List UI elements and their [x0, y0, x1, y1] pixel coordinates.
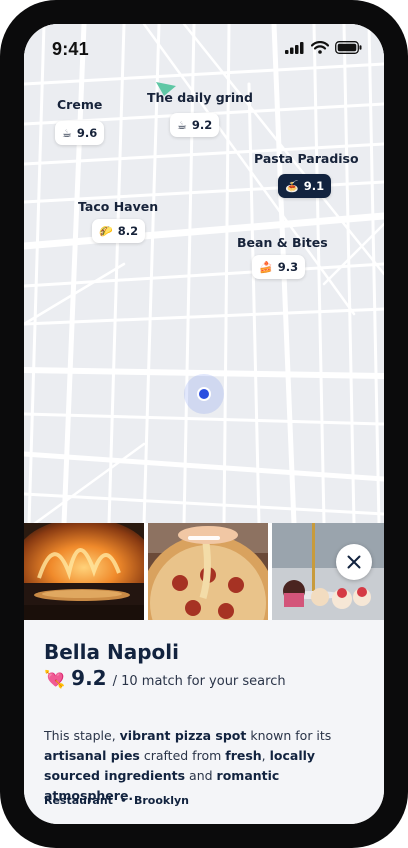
description-segment: fresh [225, 748, 262, 763]
battery-icon [335, 41, 362, 54]
status-time: 9:41 [52, 39, 89, 59]
pin-score: 9.2 [191, 118, 213, 132]
description-segment: , [261, 748, 270, 763]
screen: Creme ☕ 9.6 The daily grind ☕ 9.2 Pasta … [24, 24, 384, 824]
heart-arrow-icon: 💘 [44, 670, 66, 689]
place-label-the-daily-grind[interactable]: The daily grind [147, 90, 253, 105]
cake-icon: 🍰 [259, 260, 273, 274]
pin-score: 9.6 [76, 126, 98, 140]
place-pin-taco-haven[interactable]: 🌮 8.2 [92, 219, 146, 243]
place-label-bean-and-bites[interactable]: Bean & Bites [237, 235, 328, 250]
match-score: 9.2 [71, 666, 107, 690]
description-segment: This staple, [44, 728, 120, 743]
map[interactable]: Creme ☕ 9.6 The daily grind ☕ 9.2 Pasta … [24, 24, 384, 524]
cellular-signal-icon [285, 41, 304, 54]
description-segment: known for its [246, 728, 332, 743]
status-icons [285, 41, 362, 54]
status-bar: 9:41 [24, 24, 384, 70]
user-location-dot [197, 387, 211, 401]
tag-location: Brooklyn [133, 794, 189, 807]
wifi-icon [311, 41, 329, 54]
close-button[interactable] [336, 544, 372, 580]
place-pin-pasta-paradiso[interactable]: 🍝 9.1 [278, 174, 332, 198]
coffee-icon: ☕ [62, 126, 72, 140]
place-pin-bean-and-bites[interactable]: 🍰 9.3 [252, 255, 306, 279]
pin-score: 8.2 [117, 224, 139, 238]
close-icon [347, 555, 361, 569]
rating-row: 💘 9.2 / 10 match for your search [44, 666, 286, 690]
tag-separator: • [119, 794, 127, 807]
photo-strip[interactable] [24, 523, 384, 620]
description-segment: artisanal pies [44, 748, 140, 763]
place-pin-the-daily-grind[interactable]: ☕ 9.2 [170, 113, 220, 137]
place-pin-creme[interactable]: ☕ 9.6 [55, 121, 105, 145]
coffee-icon: ☕ [177, 118, 187, 132]
pin-score: 9.3 [277, 260, 299, 274]
match-label: / 10 match for your search [112, 674, 286, 689]
place-title: Bella Napoli [44, 640, 179, 664]
drag-handle[interactable] [188, 536, 220, 540]
place-label-pasta-paradiso[interactable]: Pasta Paradiso [254, 151, 359, 166]
description-segment: crafted from [139, 748, 226, 763]
tag-category: Restaurant [44, 794, 113, 807]
place-detail-card: Bella Napoli 💘 9.2 / 10 match for your s… [24, 620, 384, 824]
pin-score: 9.1 [303, 179, 325, 193]
phone-frame: Creme ☕ 9.6 The daily grind ☕ 9.2 Pasta … [0, 0, 408, 848]
pasta-icon: 🍝 [285, 179, 299, 193]
description-segment: and [185, 768, 217, 783]
taco-icon: 🌮 [99, 224, 113, 238]
place-label-taco-haven[interactable]: Taco Haven [78, 199, 158, 214]
place-label-creme[interactable]: Creme [57, 97, 102, 112]
place-tags: Restaurant • Brooklyn [44, 794, 189, 807]
description-segment: vibrant pizza spot [119, 728, 247, 743]
pizza-oven-photo[interactable] [24, 523, 144, 620]
